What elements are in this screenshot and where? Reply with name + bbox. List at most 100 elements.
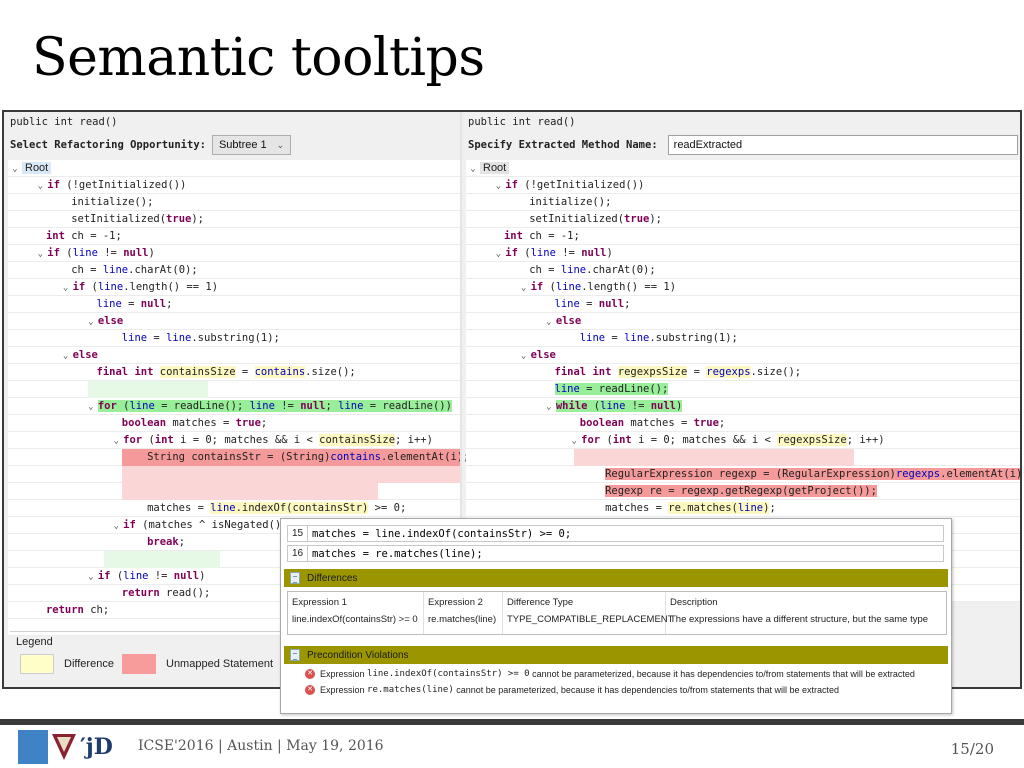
collapse-icon[interactable]: ⌄ <box>109 433 123 450</box>
tree-node[interactable]: int ch = -1; <box>8 228 460 245</box>
tree-node[interactable]: ⌄ else <box>466 347 1020 365</box>
collapse-icon[interactable]: ⌄ <box>517 348 531 365</box>
tree-root-label: Root <box>480 162 510 174</box>
method-name-input[interactable]: readExtracted <box>667 135 1018 155</box>
tree-node[interactable]: ch = line.charAt(0); <box>466 262 1020 279</box>
column-header: Description <box>670 597 718 608</box>
collapse-icon[interactable]: ⌄ <box>109 518 123 535</box>
tree-node[interactable]: ⌄ Root <box>8 160 460 177</box>
footer-logos: ′jD <box>18 730 113 764</box>
tree-node[interactable]: ⌄ if (line.length() == 1) <box>8 279 460 296</box>
tree-node[interactable]: ⌄ for (int i = 0; matches && i < regexpsS… <box>466 432 1020 450</box>
tree-node[interactable]: line = line.substring(1); <box>8 330 460 347</box>
table-column: Expression 2 re.matches(line) <box>424 592 503 634</box>
legend-difference-swatch <box>20 654 54 674</box>
tree-node[interactable]: ⌄ if (line != null) <box>466 245 1020 263</box>
tree-node[interactable]: ⌄ Root <box>466 160 1020 178</box>
legend-unmapped-swatch <box>122 654 156 674</box>
tree-node-gap <box>8 466 460 483</box>
collapse-icon[interactable]: ⌄ <box>567 433 581 450</box>
tree-node[interactable]: boolean matches = true; <box>466 415 1020 432</box>
collapse-icon[interactable]: ⌄ <box>84 314 98 331</box>
violation-item: ✕ Expression re.matches(line) cannot be … <box>305 685 839 695</box>
tree-node[interactable]: initialize(); <box>8 194 460 211</box>
tree-node[interactable]: ⌄ if (!getInitialized()) <box>466 177 1020 195</box>
tree-node-gap <box>8 483 460 500</box>
tree-node[interactable]: ch = line.charAt(0); <box>8 262 460 279</box>
collapse-icon[interactable]: ⌄ <box>491 246 505 263</box>
collapse-icon[interactable]: ⌄ <box>542 399 556 416</box>
collapse-icon[interactable]: ⌄ <box>466 161 480 178</box>
collapse-icon[interactable]: ⌄ <box>84 399 98 416</box>
collapse-icon[interactable]: ⌄ <box>491 178 505 195</box>
document-icon <box>290 649 300 661</box>
tree-node[interactable]: line = line.substring(1); <box>466 330 1020 347</box>
refactoring-opportunity-label: Select Refactoring Opportunity: <box>10 139 206 151</box>
tree-node[interactable]: ⌄ else <box>8 347 460 364</box>
right-method-signature: public int read() <box>468 116 576 128</box>
tree-node[interactable]: line = null; <box>466 296 1020 313</box>
tooltip-statement-1: 15 matches = line.indexOf(containsStr) >… <box>287 525 944 542</box>
collapse-icon[interactable]: ⌄ <box>8 161 22 178</box>
tree-node-unmapped[interactable]: String containsStr = (String)contains.el… <box>8 449 470 466</box>
university-shield-logo <box>52 732 76 762</box>
table-cell: TYPE_COMPATIBLE_REPLACEMENT <box>507 614 674 625</box>
column-header: Expression 1 <box>292 597 347 608</box>
table-column: Expression 1 line.indexOf(containsStr) >… <box>288 592 424 634</box>
tree-node[interactable]: matches = line.indexOf(containsStr) >= 0… <box>8 500 460 517</box>
collapse-icon[interactable]: ⌄ <box>33 178 47 195</box>
tree-node[interactable]: setInitialized(true); <box>466 211 1020 228</box>
chevron-down-icon: ⌄ <box>276 139 285 150</box>
method-name-label: Specify Extracted Method Name: <box>468 139 658 151</box>
table-cell: line.indexOf(containsStr) >= 0 <box>292 614 418 625</box>
refactoring-opportunity-dropdown[interactable]: Subtree 1 ⌄ <box>211 135 292 155</box>
tree-node[interactable]: ⌄ else <box>466 313 1020 331</box>
collapse-icon[interactable]: ⌄ <box>59 280 73 297</box>
tree-node[interactable]: line = readLine(); <box>466 381 1020 398</box>
collapse-icon[interactable]: ⌄ <box>33 246 47 263</box>
tree-node[interactable]: boolean matches = true; <box>8 415 460 432</box>
tree-node[interactable]: ⌄ while (line != null) <box>466 398 1020 416</box>
violations-title: Precondition Violations <box>307 649 409 661</box>
collapse-icon[interactable]: ⌄ <box>59 348 73 365</box>
differences-header[interactable]: Differences <box>284 569 948 587</box>
collapse-icon[interactable]: ⌄ <box>517 280 531 297</box>
differences-table: Expression 1 line.indexOf(containsStr) >… <box>287 591 947 635</box>
statement-code: matches = line.indexOf(containsStr) >= 0… <box>312 527 572 540</box>
method-name-value: readExtracted <box>673 139 743 151</box>
violation-item: ✕ Expression line.indexOf(containsStr) >… <box>305 669 915 679</box>
tree-node[interactable]: ⌄ if (!getInitialized()) <box>8 177 460 194</box>
method-name-row: Specify Extracted Method Name: readExtra… <box>468 134 1018 156</box>
tree-node-unmapped[interactable]: Regexp re = regexp.getRegexp(getProject(… <box>466 483 1020 500</box>
tree-node[interactable]: int ch = -1; <box>466 228 1020 245</box>
table-column: Difference Type TYPE_COMPATIBLE_REPLACEM… <box>503 592 673 634</box>
tree-node[interactable]: setInitialized(true); <box>8 211 460 228</box>
footer-conference-info: ICSE'2016 | Austin | May 19, 2016 <box>138 738 384 754</box>
error-icon: ✕ <box>305 669 315 679</box>
statement-code: matches = re.matches(line); <box>312 547 483 560</box>
column-header: Expression 2 <box>428 597 483 608</box>
collapse-icon[interactable]: ⌄ <box>84 569 98 586</box>
tree-node[interactable]: ⌄ else <box>8 313 460 330</box>
document-icon <box>290 572 300 584</box>
tree-node[interactable]: ⌄ for (line = readLine(); line != null; l… <box>8 398 460 415</box>
tree-node[interactable]: final int regexpsSize = regexps.size(); <box>466 364 1020 381</box>
tree-node[interactable]: initialize(); <box>466 194 1020 211</box>
jd-logo: ′jD <box>80 734 113 760</box>
slide-title: Semantic tooltips <box>32 28 485 88</box>
tree-node[interactable]: ⌄ if (line != null) <box>8 245 460 262</box>
dropdown-value: Subtree 1 <box>218 139 267 151</box>
error-icon: ✕ <box>305 685 315 695</box>
collapse-icon[interactable]: ⌄ <box>542 314 556 331</box>
tree-node-unmapped[interactable]: RegularExpression regexp = (RegularExpre… <box>466 466 1020 483</box>
table-column: Description The expressions have a diffe… <box>666 592 946 634</box>
tree-node[interactable]: matches = re.matches(line); <box>466 500 1020 517</box>
tree-node[interactable]: final int containsSize = contains.size()… <box>8 364 460 381</box>
tree-node[interactable]: ⌄ for (int i = 0; matches && i < contains… <box>8 432 460 449</box>
precondition-violations-header[interactable]: Precondition Violations <box>284 646 948 664</box>
line-number: 16 <box>288 546 308 561</box>
tree-node[interactable]: ⌄ if (line.length() == 1) <box>466 279 1020 297</box>
legend-title: Legend <box>16 636 53 648</box>
tree-node[interactable]: line = null; <box>8 296 460 313</box>
legend-unmapped-label: Unmapped Statement <box>166 658 274 670</box>
